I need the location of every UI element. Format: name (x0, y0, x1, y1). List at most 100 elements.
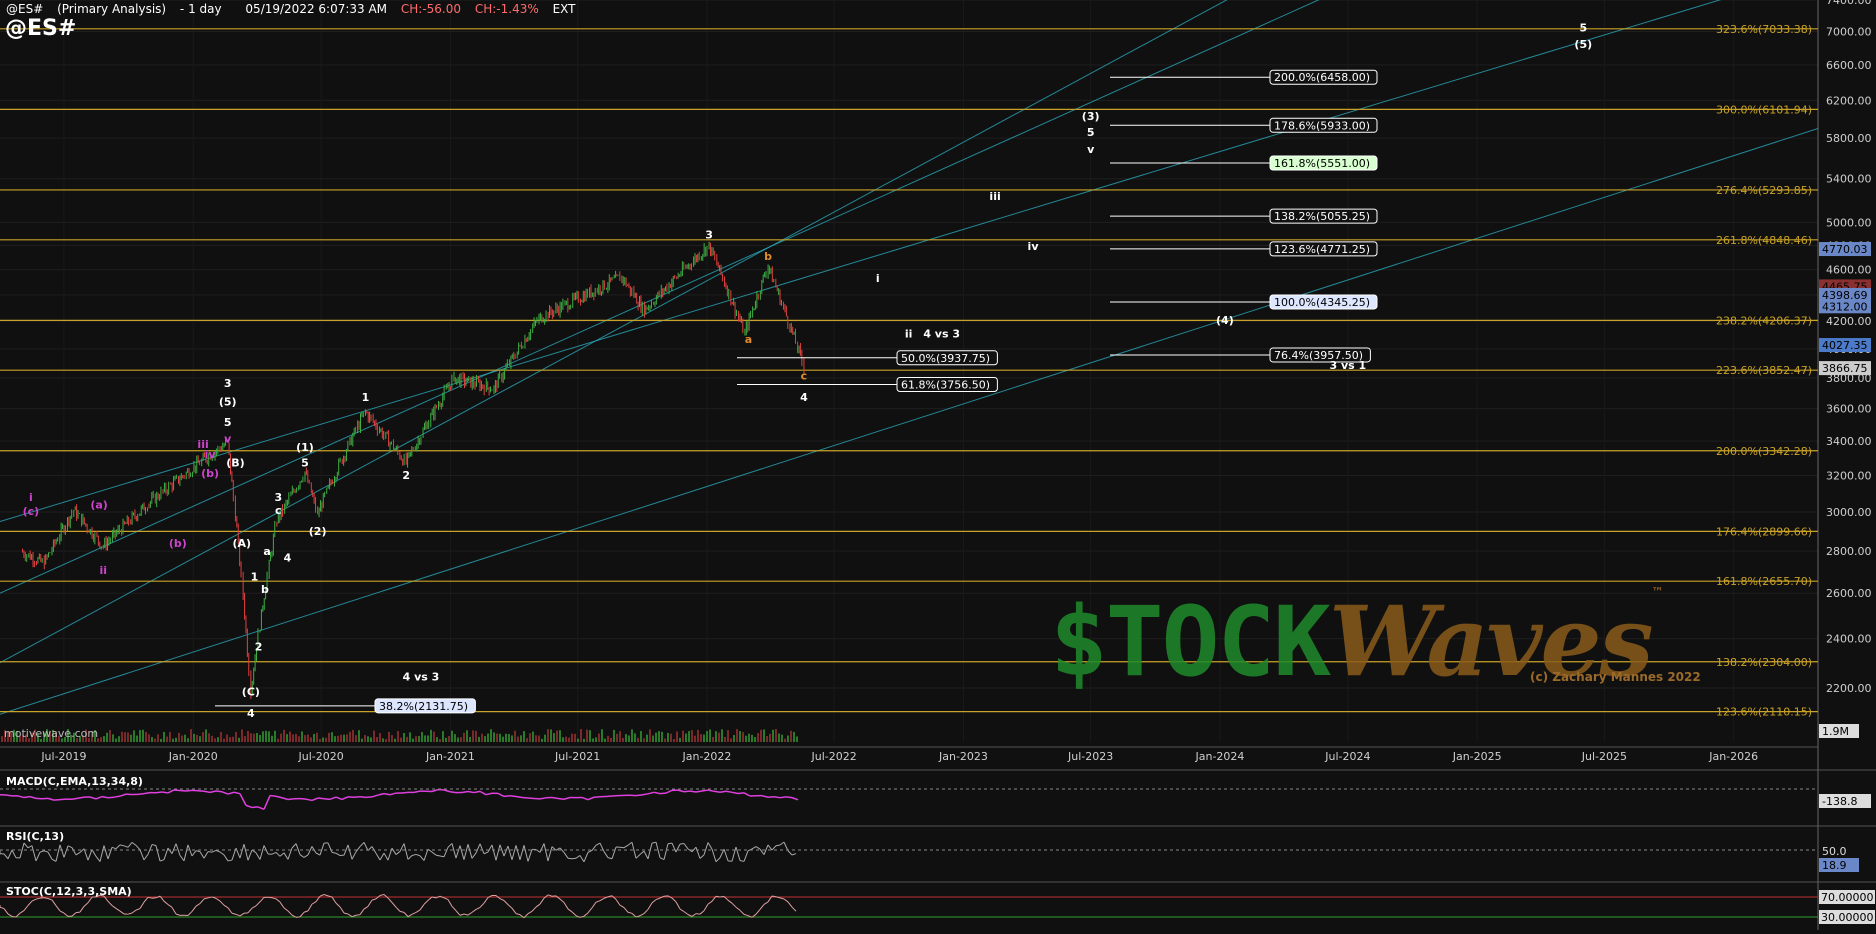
stoch-line (144, 897, 148, 902)
x-tick-label: Jul-2021 (554, 750, 600, 763)
rsi-line (208, 852, 212, 853)
stoch-line (700, 911, 704, 914)
x-tick-label: Jan-2021 (425, 750, 475, 763)
stoch-line (616, 899, 620, 905)
chart-area[interactable]: 2200.002400.002600.002800.003000.003200.… (0, 0, 1876, 930)
stoch-line (704, 904, 708, 911)
stoch-line (624, 908, 628, 913)
macd-line (330, 797, 336, 799)
rsi-line (712, 849, 716, 862)
trend-channel-line (0, 0, 1818, 522)
stoch-line (56, 906, 60, 911)
macd-line (516, 796, 522, 797)
stoch-line (108, 901, 112, 905)
wave-label: 2 (255, 641, 263, 654)
macd-line (594, 797, 600, 798)
wave-label: c (275, 504, 282, 517)
stoch-line (688, 914, 692, 916)
rsi-line (412, 854, 416, 855)
rsi-line (88, 850, 92, 861)
rsi-line (284, 853, 288, 860)
wave-label: ii (100, 564, 108, 577)
y-tick-label: 3000.00 (1826, 506, 1872, 519)
rsi-line (364, 842, 368, 850)
wave-label: 4 (247, 707, 255, 720)
stoch-line (20, 911, 24, 914)
x-tick-label: Jul-2019 (40, 750, 86, 763)
wave-label: 3 (705, 228, 713, 241)
stoch-line (656, 898, 660, 899)
macd-line (678, 790, 684, 792)
stoch-line (780, 898, 784, 899)
stoch-line (572, 912, 576, 916)
stoch-line (168, 904, 172, 907)
stoch-line (136, 909, 140, 911)
stoch-line (228, 908, 232, 913)
y-tick-label: 2800.00 (1826, 545, 1872, 558)
rsi-line (660, 858, 664, 860)
stoch-line (76, 912, 80, 913)
macd-line (642, 794, 648, 795)
stoch-line (404, 912, 408, 916)
symbol-title: @ES# (5, 16, 76, 41)
rsi-line (260, 845, 264, 859)
stoch-line (596, 901, 600, 902)
rsi-line (524, 845, 528, 861)
rsi-line (604, 852, 608, 858)
stoch-line (468, 912, 472, 915)
wave-label: (5) (219, 396, 237, 409)
rsi-line (92, 850, 96, 857)
wave-label: 1 (362, 391, 370, 404)
macd-line (210, 791, 216, 792)
stoch-line (332, 897, 336, 903)
rsi-line (440, 856, 444, 857)
target-label: 138.2%(5055.25) (1274, 210, 1370, 223)
rsi-line (72, 848, 76, 855)
stoch-line (220, 901, 224, 905)
rsi-line (492, 845, 496, 860)
rsi-line (732, 847, 736, 861)
rsi-line (116, 845, 120, 849)
rsi-line (444, 847, 448, 856)
stoch-line (532, 907, 536, 911)
rsi-line (240, 844, 244, 858)
stoch-line (516, 914, 520, 915)
stoch-line (632, 913, 636, 917)
wave-label: a (263, 545, 270, 558)
stoch-line (784, 899, 788, 902)
rsi-line (4, 854, 8, 859)
fib-level-label: 176.4%(2899.66) (1716, 525, 1812, 538)
wave-label: 4 (800, 391, 808, 404)
macd-line (684, 791, 690, 792)
stoch-line (360, 909, 364, 915)
rsi-label: RSI(C,13) (6, 830, 64, 843)
fib-level-label: 238.2%(4206.37) (1716, 314, 1812, 327)
rsi-line (384, 853, 388, 860)
rsi-line (780, 842, 784, 845)
rsi-line (488, 845, 492, 852)
stoch-line (456, 911, 460, 916)
macd-line (336, 797, 342, 799)
rsi-line (316, 853, 320, 855)
macd-line (156, 792, 162, 793)
rsi-line (200, 852, 204, 859)
stoch-line (452, 906, 456, 910)
macd-line (402, 792, 408, 793)
stoch-line (260, 897, 264, 901)
wave-label: (c) (23, 505, 40, 518)
rsi-line (152, 845, 156, 846)
macd-line (792, 798, 798, 800)
stoch-lower-label: 30.00000 (1821, 911, 1874, 924)
rsi-line (636, 855, 640, 859)
macd-line (282, 798, 288, 800)
wave-label: (B) (226, 457, 244, 470)
rsi-line (788, 851, 792, 855)
rsi-line (396, 851, 400, 854)
chart-canvas[interactable]: 2200.002400.002600.002800.003000.003200.… (0, 0, 1876, 930)
macd-line (588, 797, 594, 799)
rsi-line (672, 843, 676, 852)
rsi-line (100, 846, 104, 862)
stoch-line (308, 904, 312, 911)
rsi-line (420, 856, 424, 861)
y-tick-label: 2400.00 (1826, 633, 1872, 646)
